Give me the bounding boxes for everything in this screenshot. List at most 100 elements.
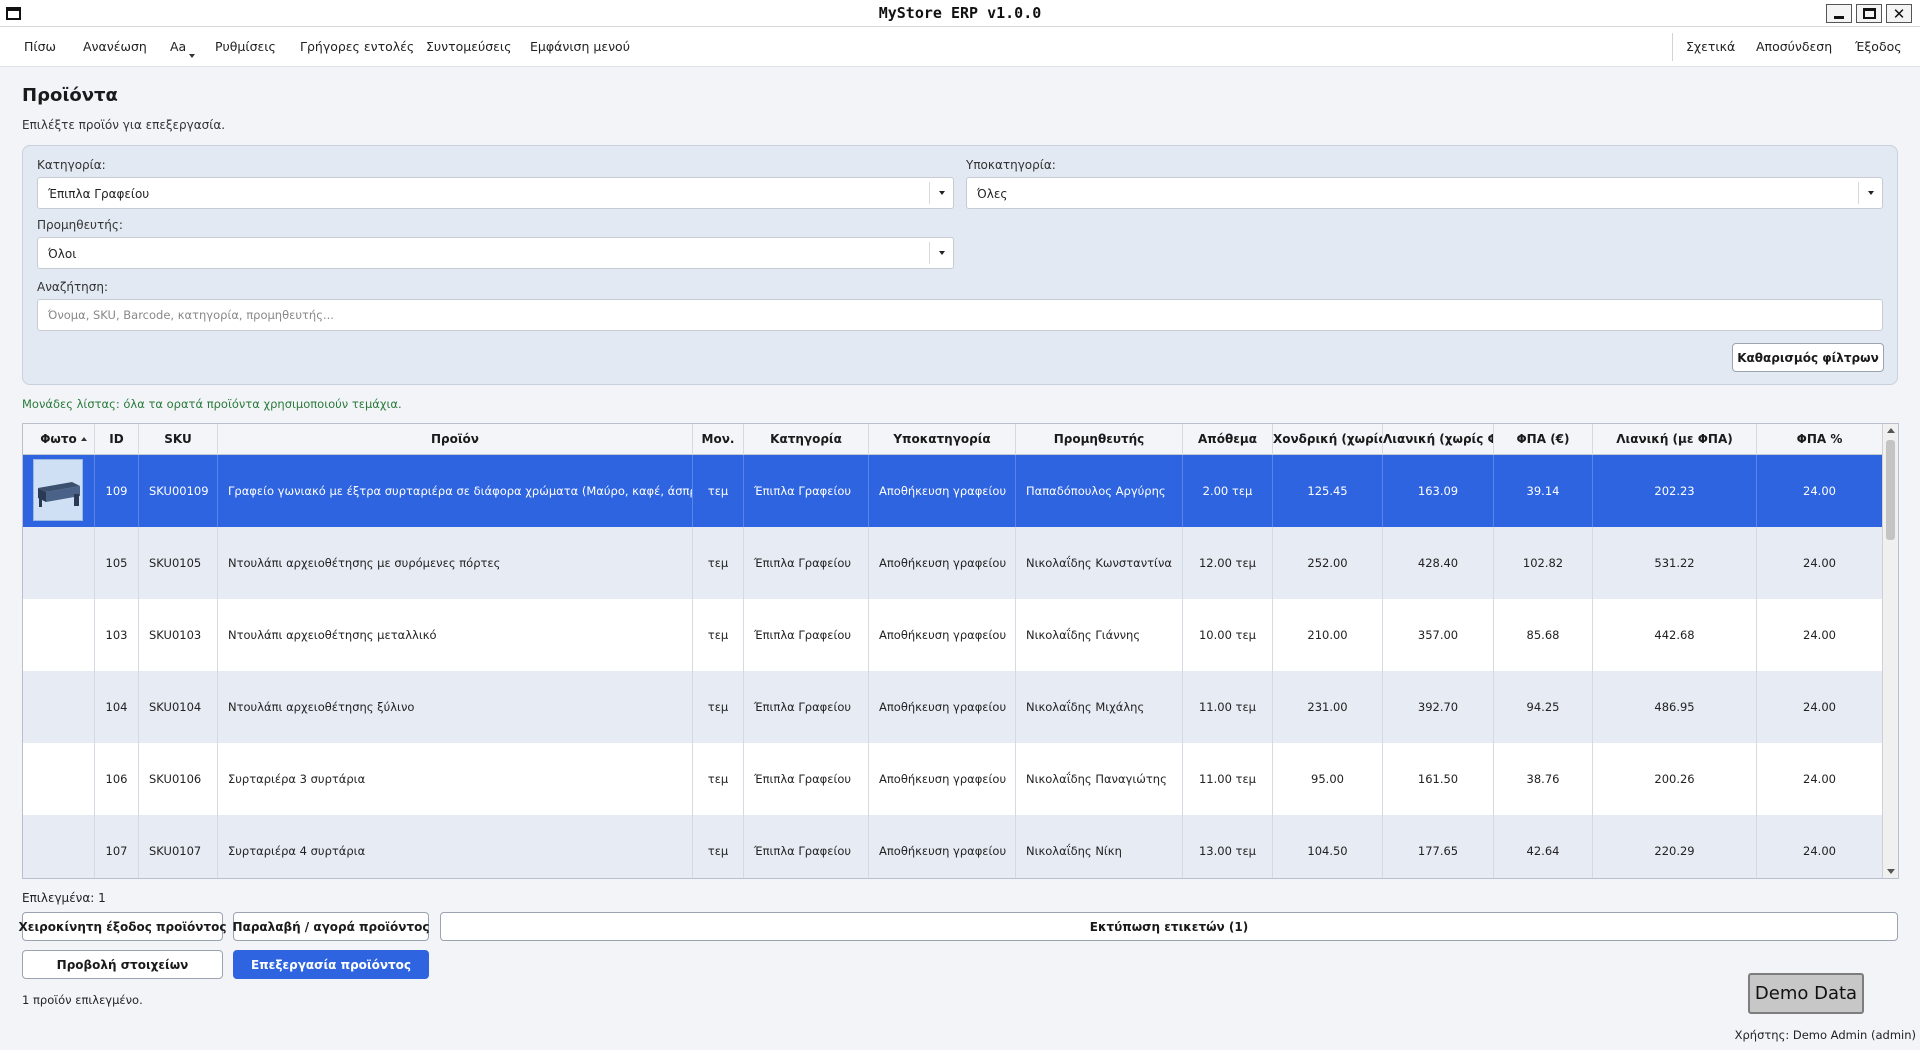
scroll-up-icon[interactable] [1887,428,1895,433]
cell-unit: τεμ [693,743,744,815]
cell-subcategory: Αποθήκευση γραφείου [869,527,1016,599]
chevron-down-icon [929,182,953,204]
cell-stock: 12.00 τεμ [1183,527,1273,599]
cell-wholesale: 104.50 [1273,815,1383,878]
maximize-icon [1862,8,1876,19]
cell-wholesale: 125.45 [1273,455,1383,527]
header-col-product[interactable]: Προϊόν [218,424,693,455]
supplier-value: Όλοι [48,247,77,261]
cell-supplier: Παπαδόπουλος Αργύρης [1016,455,1183,527]
supplier-select[interactable]: Όλοι [37,237,954,269]
table-scrollbar[interactable] [1882,424,1898,878]
product-thumbnail [33,459,83,521]
cell-stock: 11.00 τεμ [1183,743,1273,815]
cell-subcategory: Αποθήκευση γραφείου [869,455,1016,527]
cell-supplier: Νικολαΐδης Γιάννης [1016,599,1183,671]
menu-separator [1672,33,1673,61]
cell-subcategory: Αποθήκευση γραφείου [869,599,1016,671]
cell-product: Συρταριέρα 3 συρτάρια [218,743,693,815]
maximize-button[interactable] [1856,4,1882,23]
menu-back[interactable]: Πίσω [24,39,56,54]
cell-sku: SKU0104 [139,671,218,743]
status-text: 1 προϊόν επιλεγμένο. [22,993,143,1007]
cell-retail: 392.70 [1383,671,1494,743]
menu-shortcuts[interactable]: Συντομεύσεις [426,39,511,54]
cell-sku: SKU0107 [139,815,218,878]
cell-retail: 163.09 [1383,455,1494,527]
header-col-category[interactable]: Κατηγορία [744,424,869,455]
units-note: Μονάδες λίστας: όλα τα ορατά προϊόντα χρ… [22,397,402,411]
table-row[interactable]: 107 SKU0107 Συρταριέρα 4 συρτάρια τεμ Έπιπλα… [23,815,1883,878]
cell-unit: τεμ [693,671,744,743]
cell-stock: 11.00 τεμ [1183,671,1273,743]
scrollbar-thumb[interactable] [1886,440,1895,540]
table-row[interactable]: 103 SKU0103 Ντουλάπι αρχειοθέτησης μεταλλι… [23,599,1883,671]
header-col-unit[interactable]: Μον. [693,424,744,455]
cell-vat: 94.25 [1494,671,1593,743]
chevron-down-icon [1858,182,1882,204]
window-title: MyStore ERP v1.0.0 [878,4,1042,22]
cell-photo [23,743,95,815]
cell-sku: SKU00109 [139,455,218,527]
cell-id: 106 [95,743,139,815]
font-size-caret-icon [189,54,195,58]
subcategory-select[interactable]: Όλες [966,177,1883,209]
view-details-button[interactable]: Προβολή στοιχείων [22,950,223,979]
category-value: Έπιπλα Γραφείου [48,187,150,201]
cell-product: Συρταριέρα 4 συρτάρια [218,815,693,878]
print-labels-button[interactable]: Εκτύπωση ετικετών (1) [440,912,1898,941]
cell-retail-vat: 200.26 [1593,743,1757,815]
cell-id: 103 [95,599,139,671]
table-row[interactable]: 109 SKU00109 Γραφείο γωνιακό με έξτρα συρτ… [23,455,1883,527]
receive-product-button[interactable]: Παραλαβή / αγορά προϊόντος [233,912,429,941]
close-button[interactable]: ✕ [1886,4,1912,23]
cell-vat-pct: 24.00 [1757,815,1883,878]
search-input[interactable] [37,299,1883,331]
table-row[interactable]: 105 SKU0105 Ντουλάπι αρχειοθέτησης με συρό… [23,527,1883,599]
menu-bar: Πίσω Ανανέωση Aa Ρυθμίσεις Γρήγορες εντο… [0,27,1920,67]
demo-data-button[interactable]: Demo Data [1748,973,1864,1014]
cell-retail: 161.50 [1383,743,1494,815]
table-row[interactable]: 104 SKU0104 Ντουλάπι αρχειοθέτησης ξύλινο τ… [23,671,1883,743]
edit-product-button[interactable]: Επεξεργασία προϊόντος [233,950,429,979]
cell-sku: SKU0103 [139,599,218,671]
cell-vat: 39.14 [1494,455,1593,527]
header-col-supplier[interactable]: Προμηθευτής [1016,424,1183,455]
header-col-sku[interactable]: SKU [139,424,218,455]
manual-out-button[interactable]: Χειροκίνητη έξοδος προϊόντος [19,912,226,941]
cell-category: Έπιπλα Γραφείου [744,455,869,527]
menu-quick-commands[interactable]: Γρήγορες εντολές [300,39,414,54]
header-col-id[interactable]: ID [95,424,139,455]
page-subtitle: Επιλέξτε προϊόν για επεξεργασία. [22,118,226,132]
minimize-button[interactable] [1826,4,1852,23]
cell-vat: 102.82 [1494,527,1593,599]
scroll-down-icon[interactable] [1887,869,1895,874]
header-col-stock[interactable]: Απόθεμα [1183,424,1273,455]
header-col-wholesale[interactable]: Χονδρική (χωρίς ΦΠΑ) [1273,424,1383,455]
header-col-vat[interactable]: ΦΠΑ (€) [1494,424,1593,455]
cell-vat: 85.68 [1494,599,1593,671]
menu-refresh[interactable]: Ανανέωση [83,39,147,54]
header-col-vat-pct[interactable]: ΦΠΑ % [1757,424,1883,455]
cell-unit: τεμ [693,815,744,878]
cell-retail-vat: 531.22 [1593,527,1757,599]
menu-exit[interactable]: Έξοδος [1855,39,1902,54]
menu-about[interactable]: Σχετικά [1686,39,1735,54]
header-col-retail-vat[interactable]: Λιανική (με ΦΠΑ) [1593,424,1757,455]
menu-font-size[interactable]: Aa [170,39,186,54]
cell-category: Έπιπλα Γραφείου [744,815,869,878]
table-row[interactable]: 106 SKU0106 Συρταριέρα 3 συρτάρια τεμ Έπιπλα… [23,743,1883,815]
header-col-retail[interactable]: Λιανική (χωρίς ΦΠΑ) [1383,424,1494,455]
category-select[interactable]: Έπιπλα Γραφείου [37,177,954,209]
header-col-subcategory[interactable]: Υποκατηγορία [869,424,1016,455]
cell-wholesale: 95.00 [1273,743,1383,815]
menu-show-menu[interactable]: Εμφάνιση μενού [530,39,630,54]
cell-vat-pct: 24.00 [1757,455,1883,527]
cell-supplier: Νικολαΐδης Νίκη [1016,815,1183,878]
cell-subcategory: Αποθήκευση γραφείου [869,743,1016,815]
current-user: Χρήστης: Demo Admin (admin) [1734,1028,1916,1042]
page-title: Προϊόντα [22,85,118,106]
menu-logout[interactable]: Αποσύνδεση [1756,39,1832,54]
menu-settings[interactable]: Ρυθμίσεις [215,39,276,54]
clear-filters-button[interactable]: Καθαρισμός φίλτρων [1732,343,1884,372]
